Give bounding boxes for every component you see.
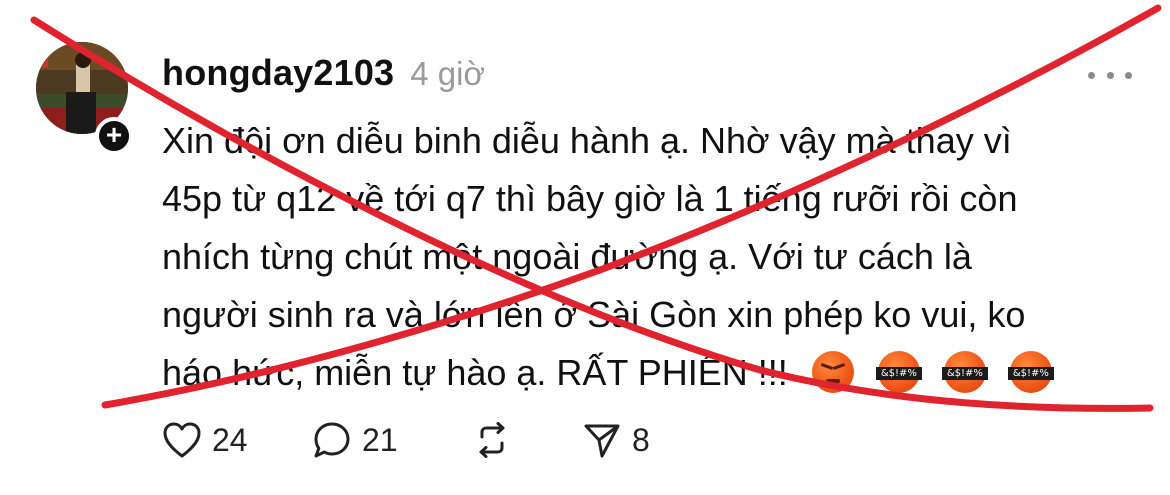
action-bar: 24 21 8 bbox=[162, 420, 650, 460]
cursing-face-emoji-icon: &$!#% bbox=[941, 351, 988, 393]
post-text-line-last: háo hức, miễn tự hào ạ. RẤT PHIỀN !!! &$… bbox=[162, 344, 1152, 402]
comment-bubble-icon bbox=[314, 422, 350, 458]
heart-icon bbox=[163, 422, 201, 458]
comment-count: 21 bbox=[362, 421, 398, 458]
post-text-line: người sinh ra và lớn lên ở Sài Gòn xin p… bbox=[162, 294, 1026, 335]
comment-button[interactable]: 21 bbox=[312, 420, 472, 460]
post-text-line: Xin đội ơn diễu binh diễu hành ạ. Nhờ vậ… bbox=[162, 120, 1012, 161]
like-count: 24 bbox=[212, 421, 248, 458]
post-text: Xin đội ơn diễu binh diễu hành ạ. Nhờ vậ… bbox=[162, 112, 1152, 402]
like-button[interactable]: 24 bbox=[162, 421, 312, 459]
angry-face-emoji-icon bbox=[811, 351, 854, 393]
cursing-face-emoji-icon: &$!#% bbox=[875, 351, 922, 393]
send-icon bbox=[584, 424, 620, 458]
more-horizontal-icon[interactable] bbox=[1088, 68, 1132, 82]
follow-plus-button[interactable]: + bbox=[95, 117, 133, 155]
emoji-censor-label: &$!#% bbox=[1007, 367, 1054, 380]
post-text-line: 45p từ q12 về tới q7 thì bây giờ là 1 ti… bbox=[162, 178, 1018, 219]
post-text-line: háo hức, miễn tự hào ạ. RẤT PHIỀN !!! bbox=[162, 352, 788, 393]
post-text-line: nhích từng chút một ngoài đường ạ. Với t… bbox=[162, 236, 972, 277]
share-button[interactable]: 8 bbox=[582, 420, 650, 460]
post-card: + hongday2103 4 giờ Xin đội ơn diễu binh… bbox=[0, 0, 1170, 495]
share-count: 8 bbox=[632, 421, 650, 458]
repost-button[interactable] bbox=[472, 420, 582, 460]
timestamp: 4 giờ bbox=[410, 55, 486, 92]
emoji-censor-label: &$!#% bbox=[875, 367, 922, 380]
plus-icon: + bbox=[105, 119, 123, 150]
emoji-censor-label: &$!#% bbox=[941, 367, 988, 380]
cursing-face-emoji-icon: &$!#% bbox=[1007, 351, 1054, 393]
post-header: hongday2103 4 giờ bbox=[162, 52, 485, 94]
username[interactable]: hongday2103 bbox=[162, 52, 394, 94]
repost-icon bbox=[479, 422, 505, 458]
